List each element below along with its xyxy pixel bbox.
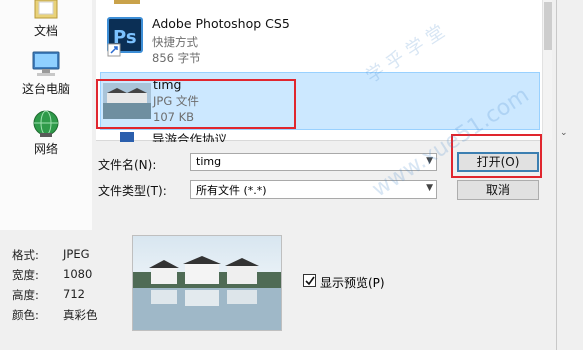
file-name: 导游合作协议 [152,132,228,142]
file-size: 856 字节 [152,51,201,65]
photoshop-shortcut-icon: Ps [107,17,143,57]
place-network[interactable]: 网络 [10,108,82,157]
cancel-button[interactable]: 取消 [457,180,539,200]
divider [556,0,557,350]
filetype-value: 所有文件 (*.*) [196,184,267,197]
network-globe-icon [33,110,59,137]
places-sidebar: 文档 这台电脑 网络 [0,0,92,230]
chevron-down-icon: ⌄ [560,128,568,138]
computer-icon [32,51,60,76]
place-label: 网络 [33,142,58,156]
filename-label: 文件名(N): [98,158,157,172]
color-label: 颜色: [12,308,39,322]
checkmark-icon [305,276,315,286]
filename-value: timg [196,155,222,168]
height-label: 高度: [12,288,39,302]
highlight-selected-file [96,79,296,129]
document-icon [120,132,134,142]
documents-folder-icon [34,0,58,19]
place-this-pc[interactable]: 这台电脑 [10,50,82,97]
format-value: JPEG [63,247,90,261]
preview-image [133,236,281,330]
format-label: 格式: [12,248,39,262]
place-label: 文档 [33,24,58,38]
width-label: 宽度: [12,268,39,282]
width-value: 1080 [63,267,93,281]
file-name: Adobe Photoshop CS5 [152,16,290,31]
list-item-partial [96,0,542,8]
preview-checkbox[interactable] [303,274,316,287]
color-value: 真彩色 [63,308,98,322]
image-preview [132,235,282,331]
filetype-label: 文件类型(T): [98,184,167,198]
list-item[interactable]: Ps Adobe Photoshop CS5 快捷方式 856 字节 [100,12,538,66]
preview-checkbox-label[interactable]: 显示预览(P) [320,274,385,291]
place-label: 这台电脑 [21,82,70,96]
chevron-down-icon: ▼ [426,183,433,193]
file-type: 快捷方式 [152,35,198,49]
height-value: 712 [63,287,85,301]
place-documents[interactable]: 文档 [10,0,82,39]
